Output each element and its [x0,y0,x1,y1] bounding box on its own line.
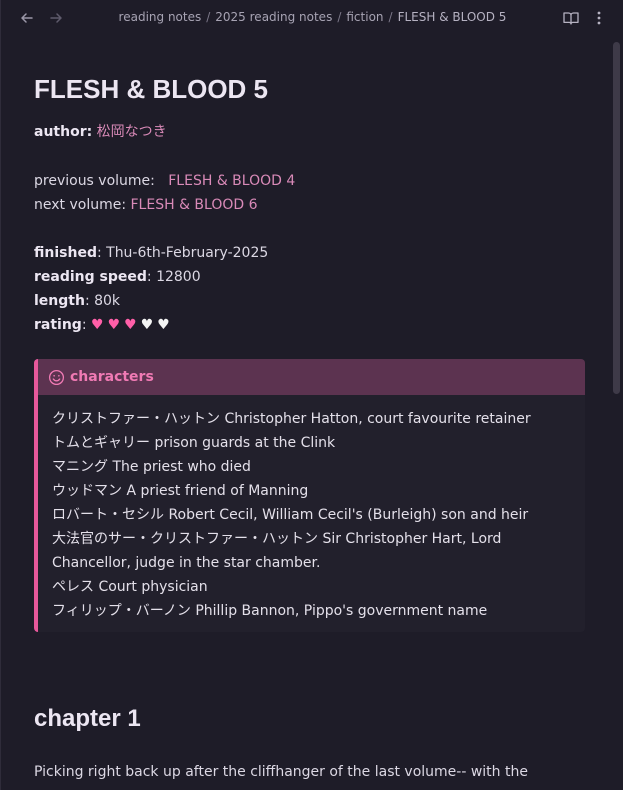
rating-label: rating [34,317,82,333]
character-line: ペレス Court physician [52,579,208,595]
finished-value: : Thu-6th-February-2025 [96,245,269,261]
reading-speed-value: : 12800 [146,269,201,285]
finished-line: finished: Thu-6th-February-2025 [34,241,268,265]
breadcrumb-separator: / [388,10,393,24]
finished-label: finished [34,245,97,261]
breadcrumb-item[interactable]: fiction [346,10,383,24]
rating-separator: : [81,317,92,333]
character-line: フィリップ・バーノン Phillip Bannon, Pippo's gover… [52,603,488,619]
smile-icon [48,368,66,386]
heart-filled-icon: ♥ [107,317,121,333]
length-value: : 80k [84,293,121,309]
rating-line: rating: ♥ ♥ ♥ ♥ ♥ [34,313,174,337]
author-link[interactable]: 松岡なつき [97,124,167,140]
more-options-button[interactable] [591,8,607,28]
breadcrumb-item[interactable]: reading notes [119,10,202,24]
author-line: author: 松岡なつき [34,120,167,144]
page-title: FLESH & BLOOD 5 [34,74,269,104]
breadcrumb-item[interactable]: 2025 reading notes [215,10,332,24]
next-volume-link[interactable]: FLESH & BLOOD 6 [131,197,258,213]
scrollbar-thumb[interactable] [613,42,620,394]
callout-body: クリストファー・ハットン Christopher Hatton, court f… [38,395,585,623]
previous-volume-link[interactable]: FLESH & BLOOD 4 [168,173,295,189]
character-line: Chancellor, judge in the star chamber. [52,555,321,571]
top-bar: reading notes / 2025 reading notes / fiction… [1,0,623,36]
character-line: トムとギャリー prison guards at the Clink [52,435,336,451]
book-open-icon [563,12,579,25]
character-line: 大法官のサー・クリストファー・ハットン Sir Christopher Hart… [52,531,502,547]
rating-hearts: ♥ ♥ ♥ ♥ ♥ [91,317,174,333]
next-volume-line: next volume: FLESH & BLOOD 6 [34,193,258,217]
character-line: ウッドマン A priest friend of Manning [52,483,309,499]
breadcrumb-separator: / [337,10,342,24]
breadcrumb-separator: / [206,10,211,24]
heart-empty-icon: ♥ [157,317,170,333]
characters-callout: characters クリストファー・ハットン Christopher Hatt… [34,359,585,632]
previous-volume-label: previous volume: [34,173,155,189]
next-volume-label: next volume: [34,197,127,213]
heart-filled-icon: ♥ [91,317,104,333]
length-label: length [34,293,85,309]
heart-empty-icon: ♥ [140,317,154,333]
chapter-heading: chapter 1 [34,705,141,732]
reading-speed-label: reading speed [34,269,147,285]
character-line: ロバート・セシル Robert Cecil, William Cecil's (… [52,507,529,523]
reading-speed-line: reading speed: 12800 [34,265,201,289]
note-window: reading notes / 2025 reading notes / fiction… [0,0,623,790]
reading-view-button[interactable] [560,8,582,28]
author-label: author: [34,124,93,140]
character-line: マニング The priest who died [52,459,251,475]
callout-title: characters [70,369,154,385]
callout-header[interactable]: characters [38,359,585,395]
breadcrumb: reading notes / 2025 reading notes / fiction… [1,10,623,24]
heart-filled-icon: ♥ [124,317,137,333]
more-vertical-icon [597,11,601,25]
previous-volume-line: previous volume: FLESH & BLOOD 4 [34,169,295,193]
length-line: length: 80k [34,289,120,313]
breadcrumb-current[interactable]: FLESH & BLOOD 5 [398,10,507,24]
chapter-paragraph: Picking right back up after the cliffhan… [34,764,528,780]
character-line: クリストファー・ハットン Christopher Hatton, court f… [52,411,531,427]
